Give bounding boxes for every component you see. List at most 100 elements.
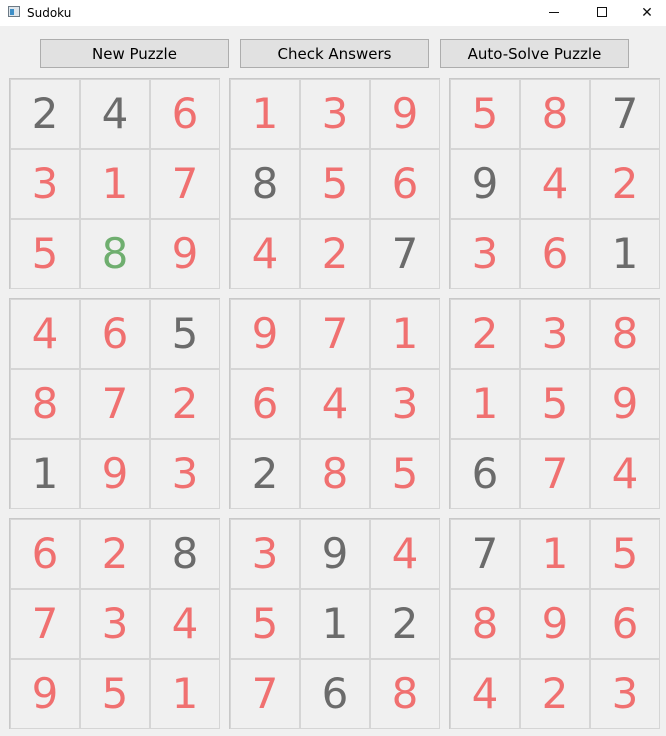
sudoku-cell[interactable]: 5 (10, 219, 80, 289)
sudoku-cell[interactable]: 7 (520, 439, 590, 509)
sudoku-cell[interactable]: 9 (300, 519, 370, 589)
sudoku-cell[interactable]: 1 (300, 589, 370, 659)
sudoku-cell[interactable]: 1 (150, 659, 220, 729)
sudoku-cell[interactable]: 9 (230, 299, 300, 369)
sudoku-cell[interactable]: 6 (370, 149, 440, 219)
sudoku-cell[interactable]: 1 (80, 149, 150, 219)
maximize-button[interactable] (578, 0, 624, 26)
close-icon: ✕ (641, 5, 653, 21)
sudoku-cell[interactable]: 8 (520, 79, 590, 149)
sudoku-cell[interactable]: 9 (80, 439, 150, 509)
sudoku-cell[interactable]: 6 (590, 589, 660, 659)
sudoku-cell[interactable]: 1 (520, 519, 590, 589)
sudoku-cell[interactable]: 8 (300, 439, 370, 509)
sudoku-block: 394512768 (229, 518, 440, 729)
new-puzzle-button[interactable]: New Puzzle (40, 39, 229, 68)
sudoku-cell[interactable]: 5 (590, 519, 660, 589)
sudoku-cell[interactable]: 6 (300, 659, 370, 729)
sudoku-cell[interactable]: 7 (230, 659, 300, 729)
sudoku-cell[interactable]: 2 (300, 219, 370, 289)
sudoku-cell[interactable]: 2 (590, 149, 660, 219)
sudoku-cell[interactable]: 6 (80, 299, 150, 369)
sudoku-cell[interactable]: 3 (300, 79, 370, 149)
sudoku-cell[interactable]: 3 (150, 439, 220, 509)
sudoku-cell[interactable]: 4 (520, 149, 590, 219)
sudoku-cell[interactable]: 2 (520, 659, 590, 729)
sudoku-cell[interactable]: 5 (450, 79, 520, 149)
sudoku-cell[interactable]: 8 (370, 659, 440, 729)
maximize-icon (597, 7, 607, 17)
sudoku-cell[interactable]: 3 (230, 519, 300, 589)
sudoku-block: 238159674 (449, 298, 660, 509)
sudoku-cell[interactable]: 5 (300, 149, 370, 219)
auto-solve-button[interactable]: Auto-Solve Puzzle (440, 39, 629, 68)
sudoku-cell[interactable]: 3 (10, 149, 80, 219)
sudoku-cell[interactable]: 4 (300, 369, 370, 439)
sudoku-cell[interactable]: 3 (370, 369, 440, 439)
sudoku-cell[interactable]: 5 (150, 299, 220, 369)
sudoku-cell[interactable]: 5 (520, 369, 590, 439)
sudoku-cell[interactable]: 1 (230, 79, 300, 149)
sudoku-cell[interactable]: 1 (450, 369, 520, 439)
sudoku-cell[interactable]: 7 (450, 519, 520, 589)
sudoku-cell[interactable]: 2 (150, 369, 220, 439)
sudoku-cell[interactable]: 4 (80, 79, 150, 149)
sudoku-cell[interactable]: 4 (370, 519, 440, 589)
sudoku-block: 715896423 (449, 518, 660, 729)
sudoku-cell[interactable]: 6 (10, 519, 80, 589)
sudoku-cell[interactable]: 6 (230, 369, 300, 439)
sudoku-cell[interactable]: 8 (10, 369, 80, 439)
title-bar: Sudoku ✕ (0, 0, 666, 26)
minimize-button[interactable] (531, 0, 577, 26)
sudoku-cell[interactable]: 3 (590, 659, 660, 729)
sudoku-cell[interactable]: 4 (150, 589, 220, 659)
sudoku-cell[interactable]: 9 (370, 79, 440, 149)
sudoku-cell[interactable]: 4 (450, 659, 520, 729)
sudoku-cell[interactable]: 3 (520, 299, 590, 369)
sudoku-cell[interactable]: 6 (150, 79, 220, 149)
sudoku-cell[interactable]: 8 (150, 519, 220, 589)
sudoku-cell[interactable]: 5 (370, 439, 440, 509)
sudoku-cell[interactable]: 4 (590, 439, 660, 509)
sudoku-cell[interactable]: 5 (230, 589, 300, 659)
sudoku-cell[interactable]: 7 (10, 589, 80, 659)
sudoku-cell[interactable]: 9 (520, 589, 590, 659)
sudoku-cell[interactable]: 9 (150, 219, 220, 289)
sudoku-cell[interactable]: 1 (590, 219, 660, 289)
sudoku-block: 628734951 (9, 518, 220, 729)
close-button[interactable]: ✕ (624, 0, 666, 26)
sudoku-cell[interactable]: 1 (370, 299, 440, 369)
sudoku-cell[interactable]: 6 (450, 439, 520, 509)
sudoku-cell[interactable]: 1 (10, 439, 80, 509)
sudoku-cell[interactable]: 7 (370, 219, 440, 289)
sudoku-cell[interactable]: 5 (80, 659, 150, 729)
minimize-icon (549, 12, 559, 13)
sudoku-block: 971643285 (229, 298, 440, 509)
sudoku-cell[interactable]: 2 (230, 439, 300, 509)
sudoku-cell[interactable]: 7 (150, 149, 220, 219)
sudoku-cell[interactable]: 6 (520, 219, 590, 289)
sudoku-cell[interactable]: 4 (230, 219, 300, 289)
sudoku-block: 465872193 (9, 298, 220, 509)
sudoku-cell[interactable]: 2 (370, 589, 440, 659)
window-title: Sudoku (27, 6, 72, 20)
sudoku-cell[interactable]: 9 (10, 659, 80, 729)
sudoku-cell[interactable]: 3 (450, 219, 520, 289)
sudoku-cell[interactable]: 7 (590, 79, 660, 149)
sudoku-cell[interactable]: 9 (450, 149, 520, 219)
sudoku-cell[interactable]: 8 (450, 589, 520, 659)
sudoku-cell[interactable]: 3 (80, 589, 150, 659)
sudoku-cell[interactable]: 7 (80, 369, 150, 439)
sudoku-cell[interactable]: 2 (80, 519, 150, 589)
app-icon (8, 6, 20, 17)
sudoku-cell[interactable]: 4 (10, 299, 80, 369)
sudoku-cell[interactable]: 2 (10, 79, 80, 149)
sudoku-cell[interactable]: 8 (230, 149, 300, 219)
sudoku-block: 246317589 (9, 78, 220, 289)
sudoku-cell[interactable]: 2 (450, 299, 520, 369)
sudoku-cell[interactable]: 8 (590, 299, 660, 369)
sudoku-cell[interactable]: 9 (590, 369, 660, 439)
sudoku-cell[interactable]: 8 (80, 219, 150, 289)
sudoku-cell[interactable]: 7 (300, 299, 370, 369)
check-answers-button[interactable]: Check Answers (240, 39, 429, 68)
